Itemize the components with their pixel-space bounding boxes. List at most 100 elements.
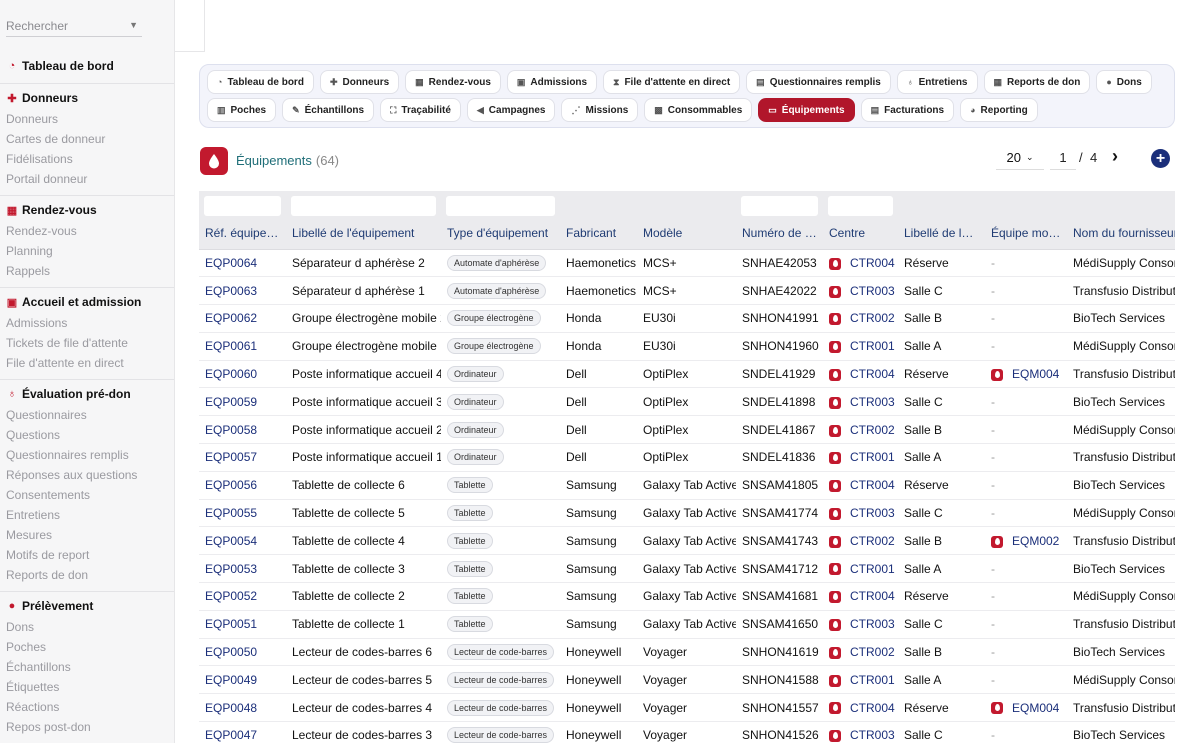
- table-row[interactable]: EQP0049 Lecteur de codes-barres 5 Lecteur …: [199, 665, 1175, 695]
- column-header[interactable]: Libellé de la …: [898, 218, 985, 250]
- center-link[interactable]: CTR004: [850, 589, 895, 603]
- center-link[interactable]: CTR003: [850, 728, 895, 742]
- equipment-ref-link[interactable]: EQP0061: [199, 332, 286, 361]
- tab-traçabilité[interactable]: ⛶ Traçabilité: [380, 98, 461, 122]
- sidebar-item[interactable]: Motifs de report: [0, 545, 174, 565]
- center-link[interactable]: CTR004: [850, 478, 895, 492]
- tab-échantillons[interactable]: ✎ Échantillons: [282, 98, 375, 122]
- equipment-ref-link[interactable]: EQP0050: [199, 638, 286, 667]
- sidebar-item[interactable]: Repos post-don: [0, 717, 174, 737]
- tab-reports-de-don[interactable]: ▦ Reports de don: [983, 70, 1091, 94]
- column-header[interactable]: Modèle: [637, 218, 736, 250]
- sidebar-item[interactable]: Consentements: [0, 485, 174, 505]
- center-link[interactable]: CTR002: [850, 645, 895, 659]
- center-link[interactable]: CTR004: [850, 367, 895, 381]
- equipment-ref-link[interactable]: EQP0059: [199, 387, 286, 417]
- column-header[interactable]: Type d'équipement: [441, 218, 560, 250]
- sidebar-item[interactable]: Questions: [0, 425, 174, 445]
- column-header[interactable]: Centre: [823, 218, 898, 250]
- chevron-down-icon[interactable]: ▼: [129, 20, 138, 30]
- table-row[interactable]: EQP0055 Tablette de collecte 5 Tablette Sam…: [199, 499, 1175, 528]
- sidebar-item[interactable]: Échantillons: [0, 657, 174, 677]
- tab-dons[interactable]: ● Dons: [1096, 70, 1152, 94]
- table-row[interactable]: EQP0059 Poste informatique accueil 3 Ordin…: [199, 387, 1175, 417]
- column-header[interactable]: Réf. équipe…: [199, 218, 286, 250]
- table-row[interactable]: EQP0052 Tablette de collecte 2 Tablette Sam…: [199, 582, 1175, 611]
- sidebar-item[interactable]: Réactions: [0, 697, 174, 717]
- sidebar-item[interactable]: Planning: [0, 241, 174, 261]
- equipment-ref-link[interactable]: EQP0047: [199, 721, 286, 743]
- column-header[interactable]: Libellé de l'équipement: [286, 218, 441, 250]
- equipment-ref-link[interactable]: EQP0051: [199, 610, 286, 639]
- center-link[interactable]: CTR003: [850, 506, 895, 520]
- sidebar-section-header[interactable]: ✚ Donneurs: [0, 87, 174, 109]
- sidebar-item[interactable]: Donneurs: [0, 109, 174, 129]
- sidebar-section-header[interactable]: ♁ Évaluation pré-don: [0, 383, 174, 405]
- tab-facturations[interactable]: ▤ Facturations: [860, 98, 955, 122]
- equipment-ref-link[interactable]: EQP0058: [199, 415, 286, 445]
- column-header[interactable]: Équipe mobile: [985, 218, 1067, 250]
- equipment-ref-link[interactable]: EQP0052: [199, 582, 286, 611]
- tab-consommables[interactable]: ▩ Consommables: [644, 98, 753, 122]
- tab-reporting[interactable]: ◕ Reporting: [960, 98, 1038, 122]
- page-size-select[interactable]: 20 ⌄: [996, 146, 1044, 170]
- sidebar-item[interactable]: Poches: [0, 637, 174, 657]
- sidebar-section-header[interactable]: ◔ Tableau de bord: [0, 55, 174, 77]
- sidebar-item[interactable]: Dons: [0, 617, 174, 637]
- table-row[interactable]: EQP0062 Groupe électrogène mobile 2 Groupe…: [199, 304, 1175, 333]
- add-icon[interactable]: +: [1151, 149, 1170, 168]
- center-link[interactable]: CTR003: [850, 395, 895, 409]
- equipment-ref-link[interactable]: EQP0063: [199, 276, 286, 306]
- equipment-ref-link[interactable]: EQP0056: [199, 471, 286, 500]
- column-header[interactable]: Numéro de s…: [736, 218, 823, 250]
- sidebar-item[interactable]: Reports de don: [0, 565, 174, 585]
- center-link[interactable]: CTR001: [850, 673, 895, 687]
- table-row[interactable]: EQP0063 Séparateur d aphérèse 1 Automate d…: [199, 276, 1175, 306]
- column-header[interactable]: Nom du fournisseur: [1067, 218, 1175, 250]
- sidebar-item[interactable]: Rappels: [0, 261, 174, 281]
- table-row[interactable]: EQP0058 Poste informatique accueil 2 Ordin…: [199, 415, 1175, 445]
- center-link[interactable]: CTR002: [850, 311, 895, 325]
- center-link[interactable]: CTR004: [850, 256, 895, 270]
- equipment-ref-link[interactable]: EQP0053: [199, 554, 286, 584]
- mobile-team-link[interactable]: EQM004: [1012, 367, 1059, 381]
- tab-équipements[interactable]: ▭ Équipements: [758, 98, 855, 122]
- sidebar-item[interactable]: Cartes de donneur: [0, 129, 174, 149]
- equipment-ref-link[interactable]: EQP0048: [199, 693, 286, 723]
- sidebar-item[interactable]: Entretiens: [0, 505, 174, 525]
- column-filter-input[interactable]: [291, 196, 436, 216]
- tab-campagnes[interactable]: ◀ Campagnes: [466, 98, 556, 122]
- column-filter-input[interactable]: [204, 196, 281, 216]
- sidebar-item[interactable]: Fidélisations: [0, 149, 174, 169]
- sidebar-item[interactable]: Mesures: [0, 525, 174, 545]
- center-link[interactable]: CTR003: [850, 284, 895, 298]
- sidebar-item[interactable]: Admissions: [0, 313, 174, 333]
- sidebar-search[interactable]: ▼: [6, 16, 142, 37]
- column-filter-input[interactable]: [828, 196, 893, 216]
- next-page-icon[interactable]: ›: [1112, 146, 1118, 167]
- table-row[interactable]: EQP0064 Séparateur d aphérèse 2 Automate d…: [199, 249, 1175, 278]
- column-header[interactable]: Fabricant: [560, 218, 637, 250]
- sidebar-item[interactable]: Rendez-vous: [0, 221, 174, 241]
- sidebar-section-header[interactable]: ● Prélèvement: [0, 595, 174, 617]
- table-row[interactable]: EQP0051 Tablette de collecte 1 Tablette Sam…: [199, 610, 1175, 639]
- table-row[interactable]: EQP0057 Poste informatique accueil 1 Ordin…: [199, 443, 1175, 472]
- column-filter-input[interactable]: [446, 196, 555, 216]
- sidebar-item[interactable]: Questionnaires remplis: [0, 445, 174, 465]
- table-row[interactable]: EQP0061 Groupe électrogène mobile 1 Groupe…: [199, 332, 1175, 361]
- equipment-ref-link[interactable]: EQP0057: [199, 443, 286, 472]
- sidebar-item[interactable]: Portail donneur: [0, 169, 174, 189]
- table-row[interactable]: EQP0053 Tablette de collecte 3 Tablette Sam…: [199, 554, 1175, 584]
- tab-admissions[interactable]: ▣ Admissions: [506, 70, 598, 94]
- tab-tableau-de-bord[interactable]: ◔ Tableau de bord: [207, 70, 314, 94]
- equipment-ref-link[interactable]: EQP0055: [199, 499, 286, 528]
- sidebar-item[interactable]: File d'attente en direct: [0, 353, 174, 373]
- equipment-ref-link[interactable]: EQP0049: [199, 665, 286, 695]
- table-row[interactable]: EQP0048 Lecteur de codes-barres 4 Lecteur …: [199, 693, 1175, 723]
- mobile-team-link[interactable]: EQM004: [1012, 701, 1059, 715]
- center-link[interactable]: CTR001: [850, 450, 895, 464]
- center-link[interactable]: CTR002: [850, 534, 895, 548]
- tab-missions[interactable]: ⋰ Missions: [561, 98, 639, 122]
- tab-entretiens[interactable]: ♁ Entretiens: [896, 70, 978, 94]
- mobile-team-link[interactable]: EQM002: [1012, 534, 1059, 548]
